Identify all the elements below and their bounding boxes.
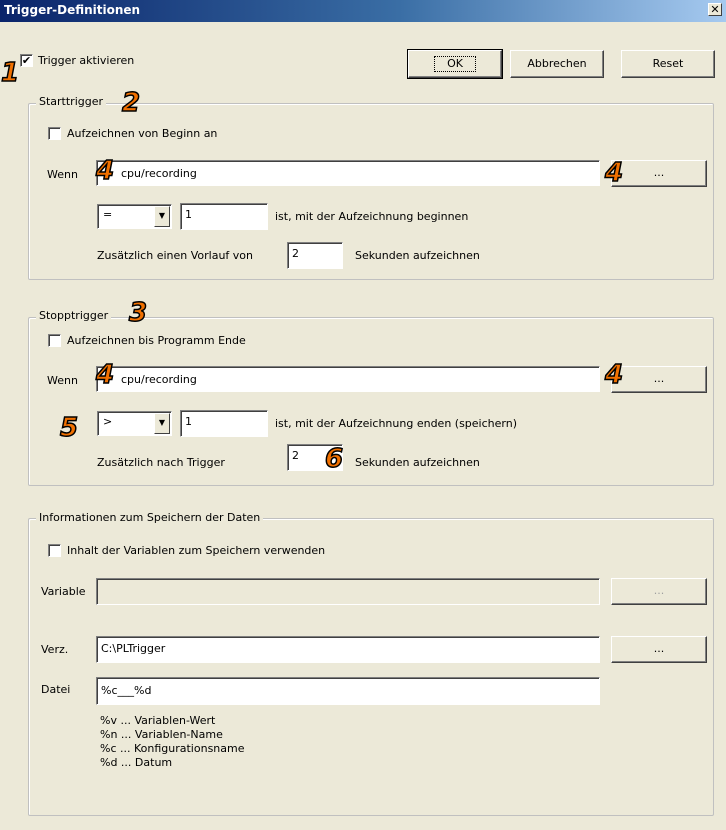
reset-button[interactable]: Reset (621, 50, 715, 78)
annotation-marker: 4 (95, 360, 115, 390)
stop-after-suffix: Sekunden aufzeichnen (355, 456, 480, 469)
close-icon[interactable]: ✕ (708, 3, 722, 16)
record-until-end-label: Aufzeichnen bis Programm Ende (67, 334, 246, 347)
annotation-marker: 6 (324, 444, 344, 474)
save-info-group (28, 518, 714, 816)
use-variable-checkbox[interactable] (48, 544, 61, 557)
help-line: %n ... Variablen-Name (100, 728, 223, 741)
annotation-marker: 1 (0, 58, 20, 88)
start-value-field[interactable]: 1 (180, 203, 268, 230)
annotation-marker: 4 (95, 156, 115, 186)
dir-browse-button[interactable]: ... (611, 636, 707, 663)
help-line: %c ... Konfigurationsname (100, 742, 245, 755)
start-wenn-field[interactable]: cpu/recording (96, 160, 600, 186)
file-field[interactable]: %c___%d (96, 677, 600, 705)
file-label: Datei (41, 683, 71, 696)
start-operator-select[interactable]: = ▼ (97, 204, 172, 229)
start-wenn-label: Wenn (47, 168, 78, 181)
starttrigger-legend: Starttrigger (36, 95, 107, 108)
stop-wenn-field[interactable]: cpu/recording (96, 366, 600, 392)
trigger-active-checkbox[interactable]: ✔ (20, 54, 33, 67)
ok-button-label: OK (434, 56, 476, 72)
dialog-window: Trigger-Definitionen ✕ ✔ Trigger aktivie… (0, 0, 726, 830)
chevron-down-icon[interactable]: ▼ (154, 413, 170, 434)
help-line: %v ... Variablen-Wert (100, 714, 216, 727)
start-prerun-field[interactable]: 2 (287, 242, 343, 269)
ok-button[interactable]: OK (407, 49, 503, 79)
variable-field[interactable] (96, 578, 600, 605)
dir-label: Verz. (41, 643, 69, 656)
use-variable-label: Inhalt der Variablen zum Speichern verwe… (67, 544, 326, 557)
variable-label: Variable (41, 585, 86, 598)
variable-browse-button[interactable]: ... (611, 578, 707, 605)
start-browse-button[interactable]: ... (611, 160, 707, 187)
start-prerun-suffix: Sekunden aufzeichnen (355, 249, 480, 262)
annotation-marker: 2 (121, 88, 141, 118)
stopptrigger-legend: Stopptrigger (36, 309, 112, 322)
save-info-legend: Informationen zum Speichern der Daten (36, 511, 264, 524)
record-from-start-label: Aufzeichnen von Beginn an (67, 127, 218, 140)
stop-operator-select[interactable]: > ▼ (97, 411, 172, 436)
stop-wenn-label: Wenn (47, 374, 78, 387)
stop-value-field[interactable]: 1 (180, 410, 268, 437)
stop-condition-text: ist, mit der Aufzeichnung enden (speiche… (275, 417, 517, 430)
chevron-down-icon[interactable]: ▼ (154, 206, 170, 227)
start-operator-value: = (103, 208, 113, 221)
stop-operator-value: > (103, 415, 113, 428)
window-title: Trigger-Definitionen (4, 3, 141, 17)
annotation-marker: 5 (59, 413, 79, 443)
start-prerun-label: Zusätzlich einen Vorlauf von (97, 249, 253, 262)
stop-after-label: Zusätzlich nach Trigger (97, 456, 225, 469)
start-condition-text: ist, mit der Aufzeichnung beginnen (275, 210, 469, 223)
annotation-marker: 4 (604, 158, 624, 188)
cancel-button[interactable]: Abbrechen (510, 50, 604, 78)
stop-browse-button[interactable]: ... (611, 366, 707, 393)
annotation-marker: 4 (604, 360, 624, 390)
record-until-end-checkbox[interactable] (48, 334, 61, 347)
help-line: %d ... Datum (100, 756, 173, 769)
record-from-start-checkbox[interactable] (48, 127, 61, 140)
title-bar[interactable]: Trigger-Definitionen ✕ (0, 0, 726, 22)
dir-field[interactable]: C:\PLTrigger (96, 636, 600, 663)
placeholder-help: %v ... Variablen-Wert %n ... Variablen-N… (100, 714, 245, 770)
trigger-active-label: Trigger aktivieren (38, 54, 135, 67)
annotation-marker: 3 (128, 298, 148, 328)
